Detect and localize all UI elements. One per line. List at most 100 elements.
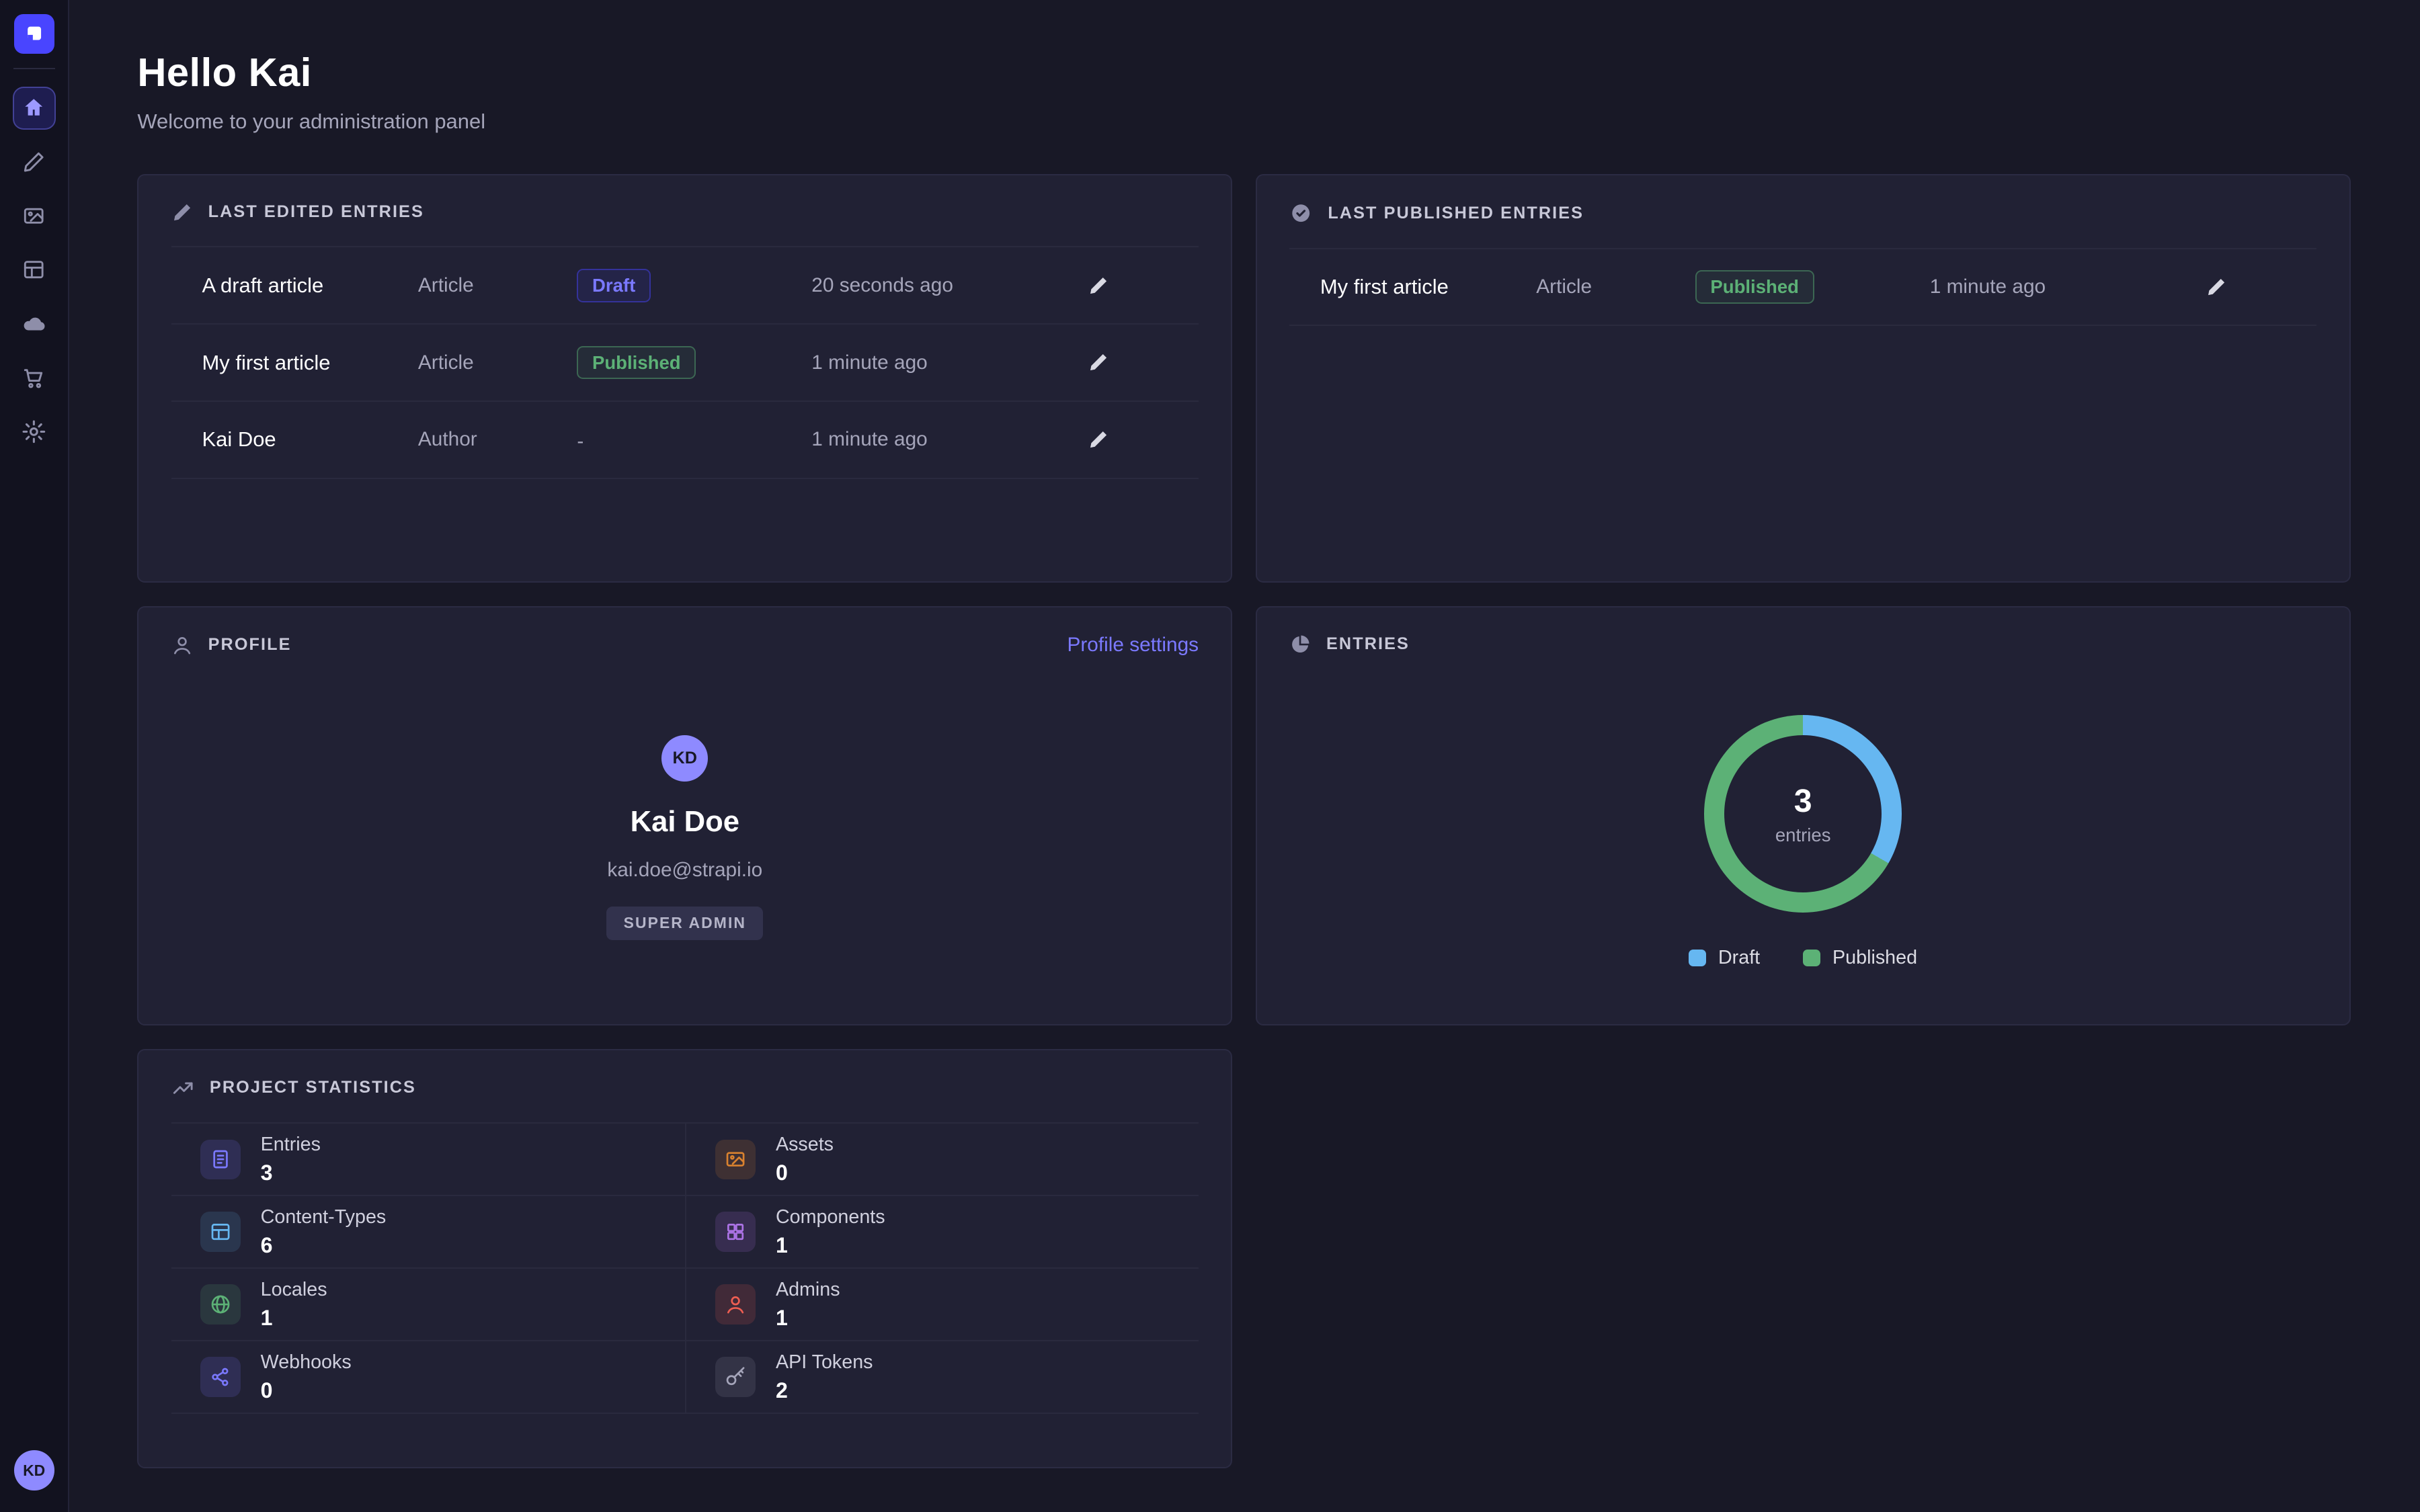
- legend-item-published: Published: [1803, 947, 1917, 969]
- sidebar-item-media-library[interactable]: [13, 194, 56, 237]
- strapi-logo-icon: [22, 22, 46, 46]
- card-title: PROFILE: [208, 635, 292, 655]
- entry-type: Article: [418, 351, 577, 374]
- strapi-logo[interactable]: [14, 14, 54, 54]
- status-badge: Published: [1695, 270, 1814, 304]
- edit-entry-button[interactable]: [2200, 270, 2233, 304]
- entry-type: Article: [1536, 276, 1695, 298]
- edit-entry-button[interactable]: [1082, 269, 1115, 302]
- pen-icon: [22, 151, 45, 173]
- stat-assets: Assets 0: [685, 1124, 1199, 1196]
- profile-name: Kai Doe: [631, 806, 739, 839]
- sidebar-item-cloud[interactable]: [13, 302, 56, 345]
- admin-panel: KD Hello Kai Welcome to your administrat…: [0, 0, 2420, 1512]
- entry-status: -: [577, 425, 811, 454]
- entry-status: Draft: [577, 269, 811, 302]
- legend-label: Draft: [1718, 947, 1760, 969]
- edit-entry-button[interactable]: [1082, 423, 1115, 456]
- user-avatar[interactable]: KD: [14, 1450, 54, 1490]
- images-icon: [22, 204, 45, 227]
- stat-value: 1: [776, 1233, 885, 1258]
- entry-status: Published: [1695, 270, 1930, 304]
- sidebar-item-content-manager[interactable]: [13, 140, 56, 183]
- card-header: LAST EDITED ENTRIES: [138, 175, 1231, 243]
- profile-card: PROFILE Profile settings KD Kai Doe kai.…: [137, 606, 1232, 1025]
- stat-content-types: Content-Types 6: [171, 1196, 685, 1269]
- entry-type: Author: [418, 428, 577, 451]
- locales-icon: [200, 1284, 241, 1325]
- status-badge: Published: [577, 346, 696, 380]
- chart-legend: Draft Published: [1689, 947, 1917, 969]
- admins-icon: [715, 1284, 756, 1325]
- entry-time: 1 minute ago: [811, 428, 1081, 451]
- stat-label: API Tokens: [776, 1351, 873, 1374]
- check-circle-icon: [1289, 202, 1312, 224]
- page-subtitle: Welcome to your administration panel: [137, 110, 2350, 134]
- entry-name: A draft article: [202, 274, 417, 298]
- assets-icon: [715, 1140, 756, 1180]
- profile-settings-link[interactable]: Profile settings: [1067, 634, 1199, 657]
- entries-donut-chart: 3 entries: [1704, 715, 1902, 913]
- entry-name: My first article: [1320, 275, 1536, 299]
- sidebar-item-marketplace[interactable]: [13, 356, 56, 399]
- status-empty: -: [577, 430, 583, 452]
- cloud-icon: [22, 312, 46, 337]
- stat-value: 0: [261, 1378, 352, 1403]
- card-title: LAST PUBLISHED ENTRIES: [1328, 204, 1584, 223]
- profile-email: kai.doe@strapi.io: [607, 859, 762, 882]
- page-title: Hello Kai: [137, 49, 2350, 95]
- entry-time: 1 minute ago: [1930, 276, 2200, 298]
- stat-value: 1: [776, 1306, 840, 1331]
- trending-up-icon: [171, 1077, 194, 1099]
- pencil-icon: [1088, 351, 1109, 373]
- last-published-entries-card: LAST PUBLISHED ENTRIES My first article …: [1256, 174, 2351, 583]
- role-badge: SUPER ADMIN: [606, 907, 763, 940]
- stat-label: Assets: [776, 1134, 834, 1156]
- pencil-icon: [1088, 429, 1109, 450]
- dashboard-grid: LAST EDITED ENTRIES A draft article Arti…: [137, 174, 2350, 1468]
- api-tokens-icon: [715, 1357, 756, 1397]
- entry-time: 20 seconds ago: [811, 274, 1081, 297]
- avatar: KD: [661, 735, 708, 782]
- pie-chart-icon: [1289, 634, 1311, 655]
- last-edited-table: A draft article Article Draft 20 seconds…: [171, 246, 1199, 478]
- entries-body: 3 entries Draft Published: [1257, 675, 2349, 969]
- components-icon: [715, 1212, 756, 1252]
- stat-api-tokens: API Tokens 2: [685, 1341, 1199, 1414]
- sidebar-item-content-type-builder[interactable]: [13, 249, 56, 292]
- stat-label: Locales: [261, 1279, 327, 1301]
- entry-status: Published: [577, 346, 811, 380]
- card-title: ENTRIES: [1326, 634, 1410, 654]
- entries-count-label: entries: [1775, 825, 1831, 846]
- table-row: My first article Article Published 1 min…: [171, 325, 1199, 402]
- card-header: ENTRIES: [1257, 607, 2349, 675]
- home-icon: [22, 96, 45, 119]
- edit-entry-button[interactable]: [1082, 345, 1115, 379]
- main-content: Hello Kai Welcome to your administration…: [69, 0, 2420, 1512]
- pencil-icon: [2206, 276, 2227, 298]
- entries-count: 3: [1794, 782, 1812, 820]
- content-types-icon: [200, 1212, 241, 1252]
- legend-label: Published: [1832, 947, 1917, 969]
- status-badge: Draft: [577, 269, 651, 302]
- legend-item-draft: Draft: [1689, 947, 1760, 969]
- stat-components: Components 1: [685, 1196, 1199, 1269]
- stat-value: 3: [261, 1161, 321, 1185]
- stat-webhooks: Webhooks 0: [171, 1341, 685, 1414]
- layout-icon: [22, 258, 45, 281]
- entry-name: Kai Doe: [202, 427, 417, 452]
- last-edited-entries-card: LAST EDITED ENTRIES A draft article Arti…: [137, 174, 1232, 583]
- entry-time: 1 minute ago: [811, 351, 1081, 374]
- sidebar-item-settings[interactable]: [13, 411, 56, 454]
- sidebar-item-home[interactable]: [13, 87, 56, 130]
- stat-label: Content-Types: [261, 1206, 387, 1228]
- stat-entries: Entries 3: [171, 1124, 685, 1196]
- stat-label: Admins: [776, 1279, 840, 1301]
- card-header: LAST PUBLISHED ENTRIES: [1257, 175, 2349, 245]
- stat-label: Entries: [261, 1134, 321, 1156]
- table-row: A draft article Article Draft 20 seconds…: [171, 247, 1199, 325]
- published-swatch: [1803, 950, 1820, 966]
- sidebar-divider: [13, 68, 55, 69]
- webhooks-icon: [200, 1357, 241, 1397]
- entry-type: Article: [418, 274, 577, 297]
